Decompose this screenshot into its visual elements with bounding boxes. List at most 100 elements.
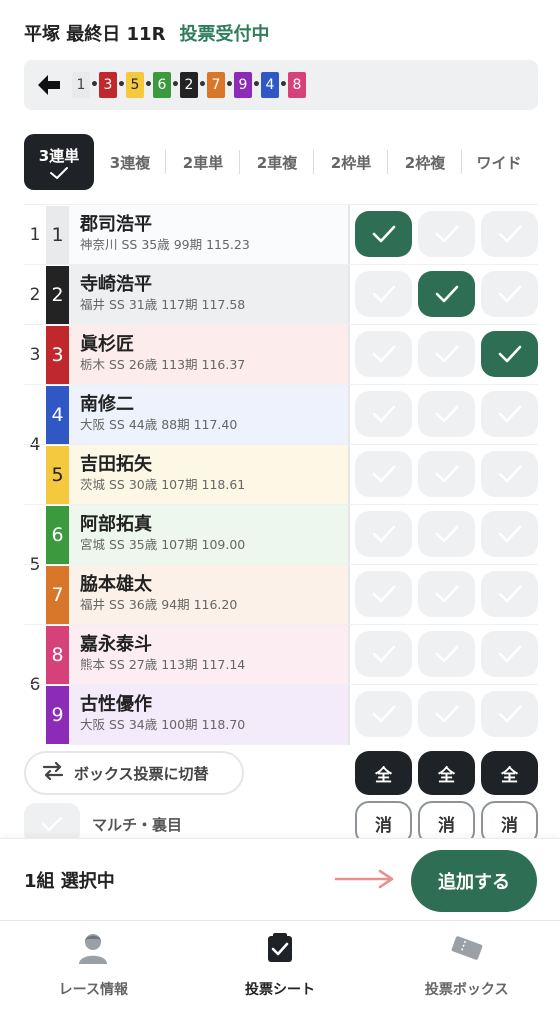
column-divider [348, 385, 350, 445]
rider-name: 眞杉匠 [80, 334, 134, 355]
rank-checks [355, 451, 538, 497]
check-icon [50, 166, 68, 179]
rank-1-checkbox[interactable] [355, 271, 412, 317]
add-button[interactable]: 追加する [411, 850, 537, 912]
rider-info: 吉田拓矢 茨城 SS 30歳 107期 118.61 [69, 445, 349, 505]
rank-1-checkbox[interactable] [355, 451, 412, 497]
rank-3-checkbox[interactable] [481, 571, 538, 617]
rider-info: 寺崎浩平 福井 SS 31歳 117期 117.58 [69, 265, 349, 325]
rider-row: 8 嘉永泰斗 熊本 SS 27歳 113期 117.14 6 [24, 624, 538, 695]
rank-2-checkbox[interactable] [418, 391, 475, 437]
tab-4[interactable]: 2枠単 [314, 134, 388, 190]
rank-3-checkbox[interactable] [481, 691, 538, 737]
tab-1[interactable]: 3連複 [94, 134, 166, 190]
rider-info: 阿部拓真 宮城 SS 35歳 107期 109.00 [69, 505, 349, 565]
tab-0[interactable]: 3連単 [24, 134, 94, 190]
rider-detail: 栃木 SS 26歳 113期 116.37 [80, 357, 246, 372]
car-number: 2 [46, 266, 69, 324]
lineup-separator: • [117, 77, 126, 93]
rider-info: 郡司浩平 神奈川 SS 35歳 99期 115.23 [69, 205, 349, 265]
nav-race-info[interactable]: レース情報 [0, 921, 187, 1024]
rank-3-checkbox[interactable] [481, 211, 538, 257]
lineup-car-8: 8 [288, 72, 306, 98]
rank-2-checkbox[interactable] [418, 691, 475, 737]
rank-checks [355, 211, 538, 257]
action-bar: 1組 選択中 追加する [0, 838, 560, 920]
ticket-icon [449, 931, 485, 969]
car-number: 9 [46, 686, 69, 744]
frame-number: 2 [29, 285, 41, 305]
rank-3-checkbox[interactable] [481, 271, 538, 317]
rank-3-checkbox[interactable] [481, 511, 538, 557]
select-all-button-3[interactable]: 全 [481, 751, 538, 795]
rank-1-checkbox[interactable] [355, 691, 412, 737]
lineup-separator: • [198, 77, 207, 93]
rider-detail: 大阪 SS 44歳 88期 117.40 [80, 417, 238, 432]
box-toggle-button[interactable]: ボックス投票に切替 [24, 751, 244, 795]
column-divider [348, 205, 350, 265]
lineup-car-9: 9 [234, 72, 252, 98]
rider-name: 嘉永泰斗 [80, 634, 152, 655]
column-divider [348, 505, 350, 565]
rider-row: 1 郡司浩平 神奈川 SS 35歳 99期 115.23 1 [24, 204, 538, 265]
swap-icon [42, 761, 64, 784]
lineup-separator: • [90, 77, 99, 93]
nav-voting-box[interactable]: 投票ボックス [373, 921, 560, 1024]
rank-1-checkbox[interactable] [355, 631, 412, 677]
race-header: 平塚 最終日 11R 投票受付中 [24, 18, 269, 48]
rider-row: 2 寺崎浩平 福井 SS 31歳 117期 117.58 2 [24, 264, 538, 325]
rider-detail: 熊本 SS 27歳 113期 117.14 [80, 657, 246, 672]
rank-2-checkbox[interactable] [418, 451, 475, 497]
rank-2-checkbox[interactable] [418, 571, 475, 617]
rank-1-checkbox[interactable] [355, 571, 412, 617]
tab-3[interactable]: 2車複 [240, 134, 314, 190]
rank-3-checkbox[interactable] [481, 451, 538, 497]
lineup-car-3: 3 [99, 72, 117, 98]
tab-label: 3連単 [38, 146, 80, 165]
rank-2-checkbox[interactable] [418, 271, 475, 317]
select-all-button-1[interactable]: 全 [355, 751, 412, 795]
car-number: 4 [46, 386, 69, 444]
rider-detail: 福井 SS 31歳 117期 117.58 [80, 297, 246, 312]
car-number: 5 [46, 446, 69, 504]
checkbox-icon [263, 931, 297, 969]
tab-6[interactable]: ワイド [462, 134, 536, 190]
frame-number: 3 [29, 345, 41, 365]
rank-3-checkbox[interactable] [481, 631, 538, 677]
rank-2-checkbox[interactable] [418, 511, 475, 557]
rider-row: 9 古性優作 大阪 SS 34歳 100期 118.70 [24, 684, 538, 745]
column-divider [348, 325, 350, 385]
rank-1-checkbox[interactable] [355, 391, 412, 437]
rank-3-checkbox[interactable] [481, 331, 538, 377]
rank-1-checkbox[interactable] [355, 211, 412, 257]
tab-2[interactable]: 2車単 [166, 134, 240, 190]
nav-voting-sheet[interactable]: 投票シート [187, 921, 374, 1024]
select-all-button-2[interactable]: 全 [418, 751, 475, 795]
rider-name: 脇本雄太 [80, 574, 152, 595]
rank-2-checkbox[interactable] [418, 211, 475, 257]
lineup-separator: • [225, 77, 234, 93]
rank-checks [355, 391, 538, 437]
race-title: 平塚 最終日 11R [24, 24, 166, 45]
rider-detail: 福井 SS 36歳 94期 116.20 [80, 597, 238, 612]
rank-checks [355, 631, 538, 677]
tab-5[interactable]: 2枠複 [388, 134, 462, 190]
nav-voting-box-label: 投票ボックス [424, 982, 509, 998]
selection-count: 1組 選択中 [24, 871, 115, 892]
rank-checks [355, 571, 538, 617]
rank-2-checkbox[interactable] [418, 631, 475, 677]
rank-1-checkbox[interactable] [355, 511, 412, 557]
rank-1-checkbox[interactable] [355, 331, 412, 377]
lineup-car-6: 6 [153, 72, 171, 98]
rank-2-checkbox[interactable] [418, 331, 475, 377]
column-divider [348, 625, 350, 685]
back-arrow-icon[interactable] [36, 72, 62, 98]
lineup-car-7: 7 [207, 72, 225, 98]
tab-label: 2車複 [256, 153, 298, 172]
column-divider [348, 685, 350, 745]
rank-checks [355, 511, 538, 557]
rank-3-checkbox[interactable] [481, 391, 538, 437]
rider-row: 3 眞杉匠 栃木 SS 26歳 113期 116.37 3 [24, 324, 538, 385]
lineup-separator: • [279, 77, 288, 93]
car-number: 8 [46, 626, 69, 684]
